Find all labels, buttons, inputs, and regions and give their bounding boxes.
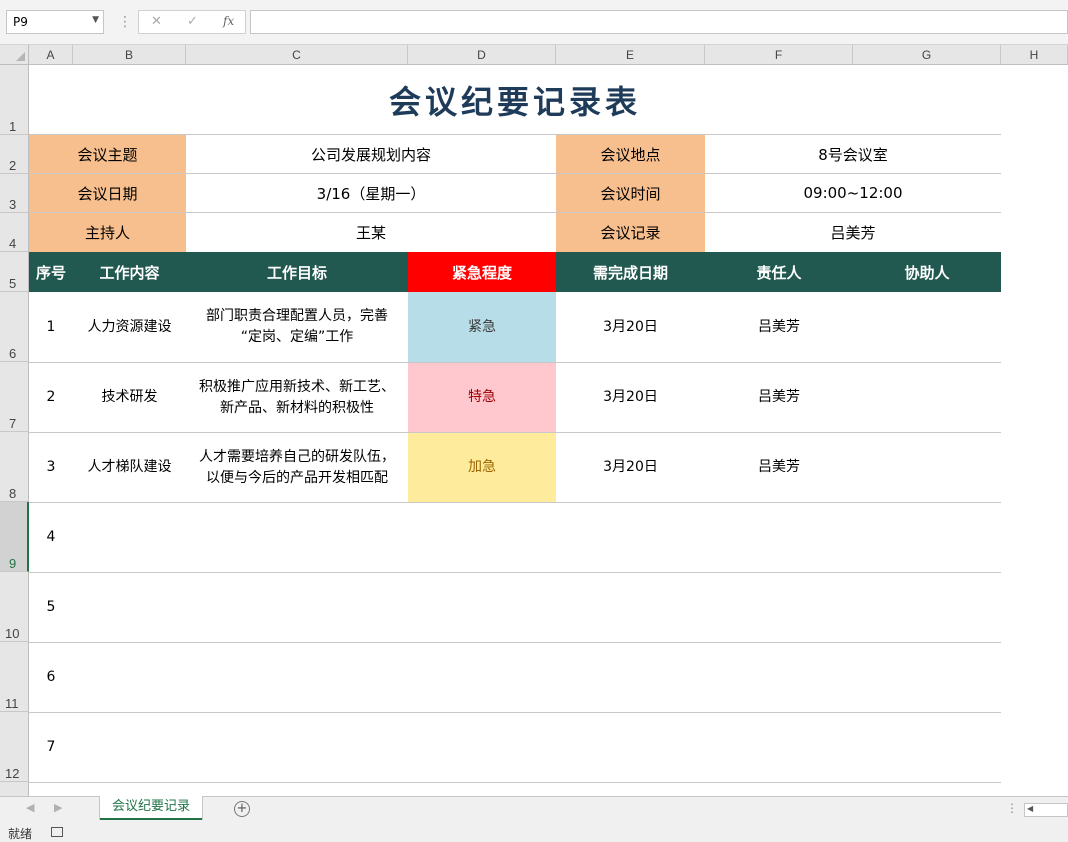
time-label: 会议时间 — [556, 174, 705, 212]
chevron-down-icon[interactable]: ▼ — [92, 15, 99, 25]
header-no: 序号 — [29, 252, 73, 292]
sheet-tab-bar: ◀ ▶ 会议纪要记录 + ⋮ ◀ — [0, 796, 1068, 822]
task-goal-line: 以便与今后的产品开发相匹配 — [206, 469, 388, 486]
task-no[interactable]: 1 — [29, 292, 73, 362]
task-goal[interactable]: 积极推广应用新技术、新工艺、 新产品、新材料的积极性 — [186, 363, 408, 432]
column-header-a[interactable]: A — [29, 45, 73, 65]
formula-bar: P9 ▼ ⋮ ✕ ✓ fx — [0, 0, 1068, 45]
drag-handle-icon[interactable]: ⋮ — [118, 14, 132, 30]
formula-input[interactable] — [250, 10, 1068, 34]
scroll-tabs-right-icon[interactable]: ▶ — [54, 801, 62, 814]
task-due-date[interactable]: 3月20日 — [556, 292, 705, 362]
row-number-cell[interactable]: 4 — [29, 503, 73, 572]
task-urgency[interactable]: 加急 — [408, 433, 556, 502]
task-urgency[interactable]: 紧急 — [408, 292, 556, 362]
column-header-h[interactable]: H — [1001, 45, 1068, 65]
task-goal-line: “定岗、定编”工作 — [240, 329, 354, 345]
date-label: 会议日期 — [29, 174, 186, 212]
task-assistant[interactable] — [853, 292, 1001, 362]
row-header-2[interactable]: 2 — [0, 135, 29, 174]
task-goal-line: 部门职责合理配置人员，完善 — [206, 308, 388, 324]
time-value[interactable]: 09:00~12:00 — [705, 174, 1001, 212]
task-urgency[interactable]: 特急 — [408, 363, 556, 432]
row-header-10[interactable]: 10 — [0, 572, 29, 642]
column-header-f[interactable]: F — [705, 45, 853, 65]
task-due-date[interactable]: 3月20日 — [556, 363, 705, 432]
column-header-c[interactable]: C — [186, 45, 408, 65]
row-header-7[interactable]: 7 — [0, 362, 29, 432]
row-number-cell[interactable]: 7 — [29, 713, 73, 782]
task-goal[interactable]: 人才需要培养自己的研发队伍， 以便与今后的产品开发相匹配 — [186, 433, 408, 502]
name-box[interactable]: P9 ▼ — [6, 10, 104, 34]
task-goal-line: 人才需要培养自己的研发队伍， — [199, 448, 395, 465]
host-label: 主持人 — [29, 213, 186, 252]
recorder-label: 会议记录 — [556, 213, 705, 252]
task-goal-line: 新产品、新材料的积极性 — [220, 399, 374, 416]
topic-value[interactable]: 公司发展规划内容 — [186, 135, 556, 173]
task-goal[interactable]: 部门职责合理配置人员，完善 “定岗、定编”工作 — [186, 292, 408, 362]
row-header-5[interactable]: 5 — [0, 252, 29, 292]
task-owner[interactable]: 吕美芳 — [705, 433, 853, 502]
row-header-1[interactable]: 1 — [0, 65, 29, 135]
column-header-e[interactable]: E — [556, 45, 705, 65]
task-assistant[interactable] — [853, 363, 1001, 432]
place-value[interactable]: 8号会议室 — [705, 135, 1001, 173]
name-box-value: P9 — [13, 15, 28, 29]
recorder-value[interactable]: 吕美芳 — [705, 213, 1001, 252]
status-bar: 就绪 — [0, 822, 1068, 842]
place-label: 会议地点 — [556, 135, 705, 173]
row-header-9[interactable]: 9 — [0, 502, 29, 572]
header-due-date: 需完成日期 — [556, 252, 705, 292]
row-header-6[interactable]: 6 — [0, 292, 29, 362]
row-header-8[interactable]: 8 — [0, 432, 29, 502]
check-icon[interactable]: ✓ — [187, 14, 198, 29]
page-title: 会议纪要记录表 — [388, 82, 641, 121]
host-value[interactable]: 王某 — [186, 213, 556, 252]
sheet-tab-active[interactable]: 会议纪要记录 — [100, 796, 202, 820]
task-owner[interactable]: 吕美芳 — [705, 292, 853, 362]
cancel-icon[interactable]: ✕ — [151, 14, 162, 29]
task-content[interactable]: 技术研发 — [73, 363, 186, 432]
row-header-13[interactable] — [0, 782, 29, 796]
column-header-g[interactable]: G — [853, 45, 1001, 65]
insert-function-icon[interactable]: fx — [223, 14, 234, 28]
task-goal-line: 积极推广应用新技术、新工艺、 — [199, 378, 395, 395]
header-content: 工作内容 — [73, 252, 186, 292]
task-content[interactable]: 人才梯队建设 — [73, 433, 186, 502]
column-header-d[interactable]: D — [408, 45, 556, 65]
task-due-date[interactable]: 3月20日 — [556, 433, 705, 502]
scroll-tabs-left-icon[interactable]: ◀ — [26, 801, 34, 814]
scroll-left-icon[interactable]: ◀ — [1027, 804, 1033, 813]
select-all-corner[interactable] — [0, 45, 29, 65]
topic-label: 会议主题 — [29, 135, 186, 173]
task-owner[interactable]: 吕美芳 — [705, 363, 853, 432]
split-handle-icon[interactable]: ⋮ — [1006, 801, 1018, 815]
header-urgency: 紧急程度 — [408, 252, 556, 292]
header-goal: 工作目标 — [186, 252, 408, 292]
task-content[interactable]: 人力资源建设 — [73, 292, 186, 362]
horizontal-scrollbar[interactable]: ◀ — [1024, 803, 1068, 817]
add-sheet-icon[interactable]: + — [234, 801, 250, 817]
row-header-4[interactable]: 4 — [0, 213, 29, 252]
task-assistant[interactable] — [853, 433, 1001, 502]
row-number-cell[interactable]: 6 — [29, 643, 73, 712]
status-ready: 就绪 — [8, 827, 33, 841]
header-assistant: 协助人 — [853, 252, 1001, 292]
column-header-b[interactable]: B — [73, 45, 186, 65]
task-no[interactable]: 2 — [29, 363, 73, 432]
header-owner: 责任人 — [705, 252, 853, 292]
formula-buttons: ✕ ✓ fx — [138, 10, 246, 34]
date-value[interactable]: 3/16（星期一） — [186, 174, 556, 212]
row-number-cell[interactable]: 5 — [29, 573, 73, 642]
grid-area-h[interactable] — [1001, 65, 1068, 796]
macro-record-icon[interactable] — [51, 827, 63, 837]
row-header-11[interactable]: 11 — [0, 642, 29, 712]
row-header-3[interactable]: 3 — [0, 174, 29, 213]
task-no[interactable]: 3 — [29, 433, 73, 502]
row-header-12[interactable]: 12 — [0, 712, 29, 782]
